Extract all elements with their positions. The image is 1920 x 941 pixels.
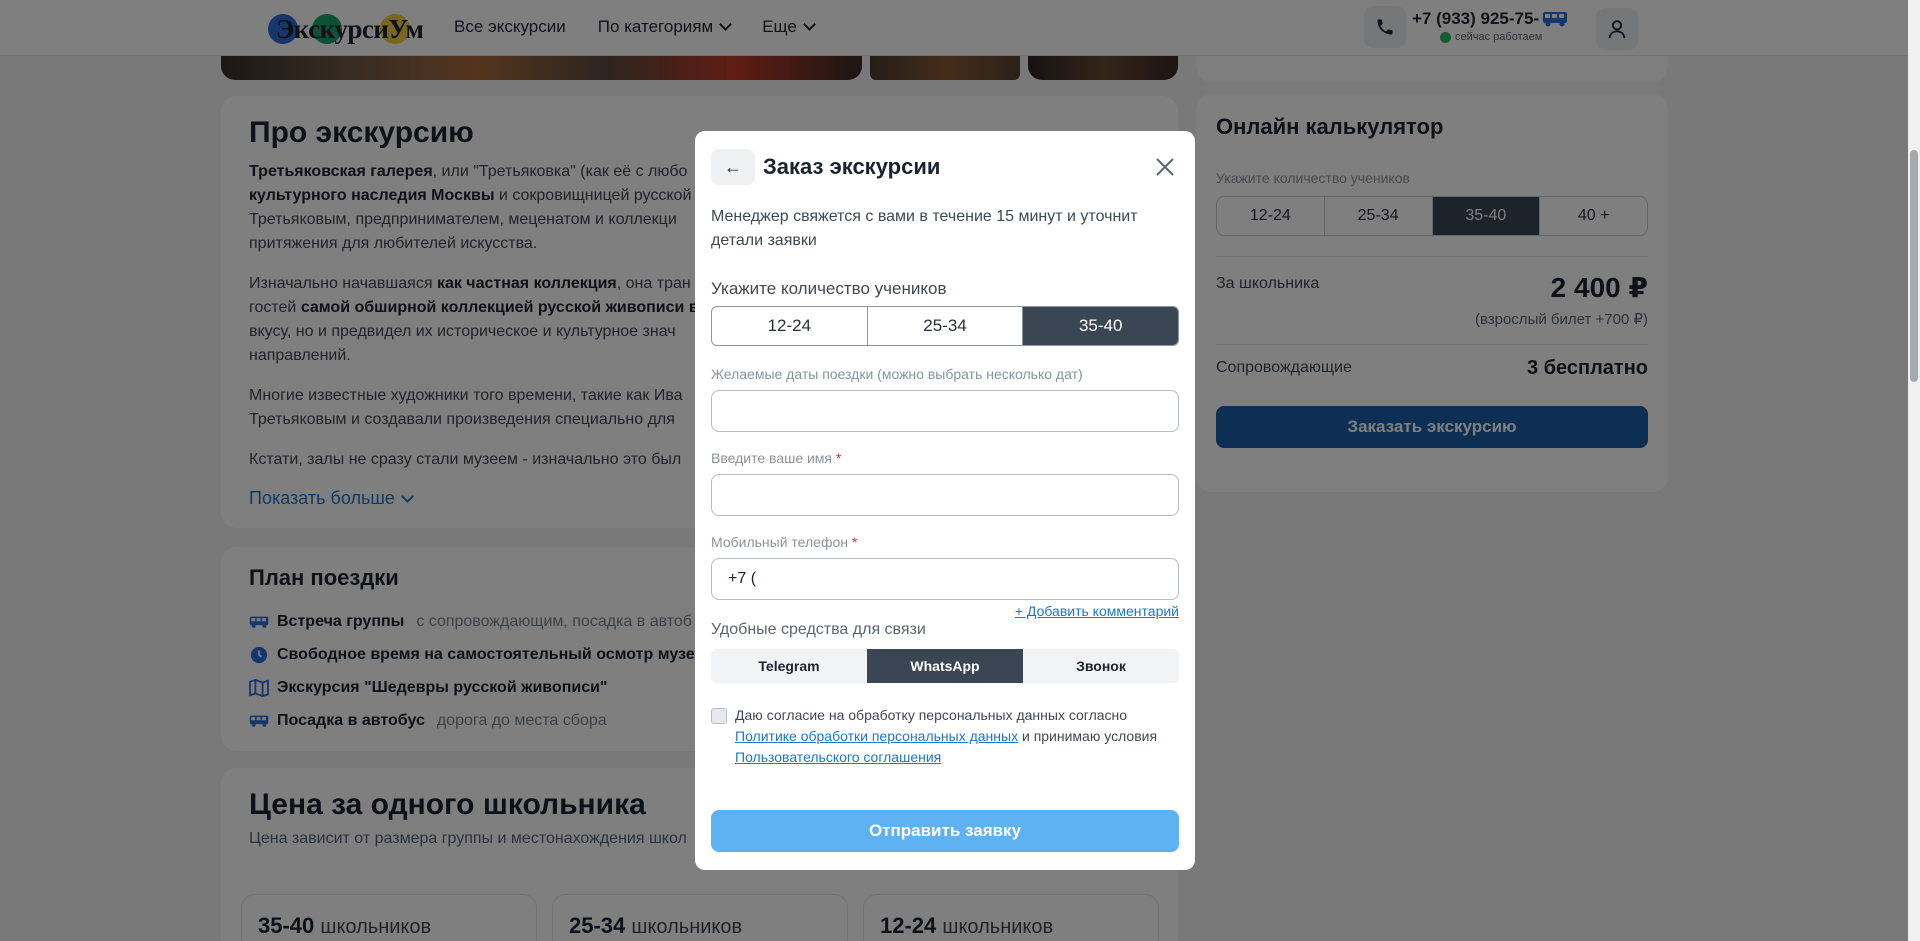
- dates-input[interactable]: [711, 390, 1179, 432]
- add-comment-link[interactable]: + Добавить комментарий: [711, 603, 1179, 619]
- consent-text: Даю согласие на обработку персональных д…: [735, 707, 1158, 765]
- dates-label: Желаемые даты поездки (можно выбрать нес…: [711, 366, 1083, 382]
- count-option-12-24[interactable]: 12-24: [712, 307, 868, 345]
- back-button[interactable]: ←: [711, 149, 755, 185]
- modal-description: Менеджер свяжется с вами в течение 15 ми…: [711, 208, 1138, 249]
- submit-request-button[interactable]: Отправить заявку: [711, 810, 1179, 852]
- page-scrollbar[interactable]: [1908, 0, 1920, 941]
- consent-block: Даю согласие на обработку персональных д…: [711, 705, 1179, 768]
- contact-whatsapp[interactable]: WhatsApp: [867, 649, 1023, 683]
- contact-method-selector: Telegram WhatsApp Звонок: [711, 649, 1179, 683]
- modal-title: Заказ экскурсии: [763, 154, 941, 179]
- count-selector: 12-24 25-34 35-40: [711, 306, 1179, 346]
- contact-call[interactable]: Звонок: [1023, 649, 1179, 683]
- close-icon: [1156, 158, 1174, 176]
- count-option-25-34[interactable]: 25-34: [868, 307, 1024, 345]
- consent-checkbox[interactable]: [711, 708, 727, 724]
- phone-label: Мобильный телефон *: [711, 534, 858, 550]
- name-label: Введите ваше имя *: [711, 450, 842, 466]
- count-option-35-40[interactable]: 35-40: [1023, 307, 1178, 345]
- privacy-policy-link[interactable]: Политике обработки персональных данных: [735, 728, 1018, 744]
- modal-header: ← Заказ экскурсии: [711, 149, 1179, 185]
- phone-input[interactable]: +7 (: [711, 558, 1179, 600]
- scrollbar-thumb[interactable]: [1910, 150, 1918, 382]
- name-input[interactable]: [711, 474, 1179, 516]
- order-modal: ← Заказ экскурсии Менеджер свяжется с ва…: [695, 131, 1195, 870]
- count-label: Укажите количество учеников: [711, 279, 947, 298]
- contact-telegram[interactable]: Telegram: [711, 649, 867, 683]
- contact-label: Удобные средства для связи: [711, 621, 926, 638]
- close-button[interactable]: [1151, 153, 1179, 181]
- user-agreement-link[interactable]: Пользовательского соглашения: [735, 749, 941, 765]
